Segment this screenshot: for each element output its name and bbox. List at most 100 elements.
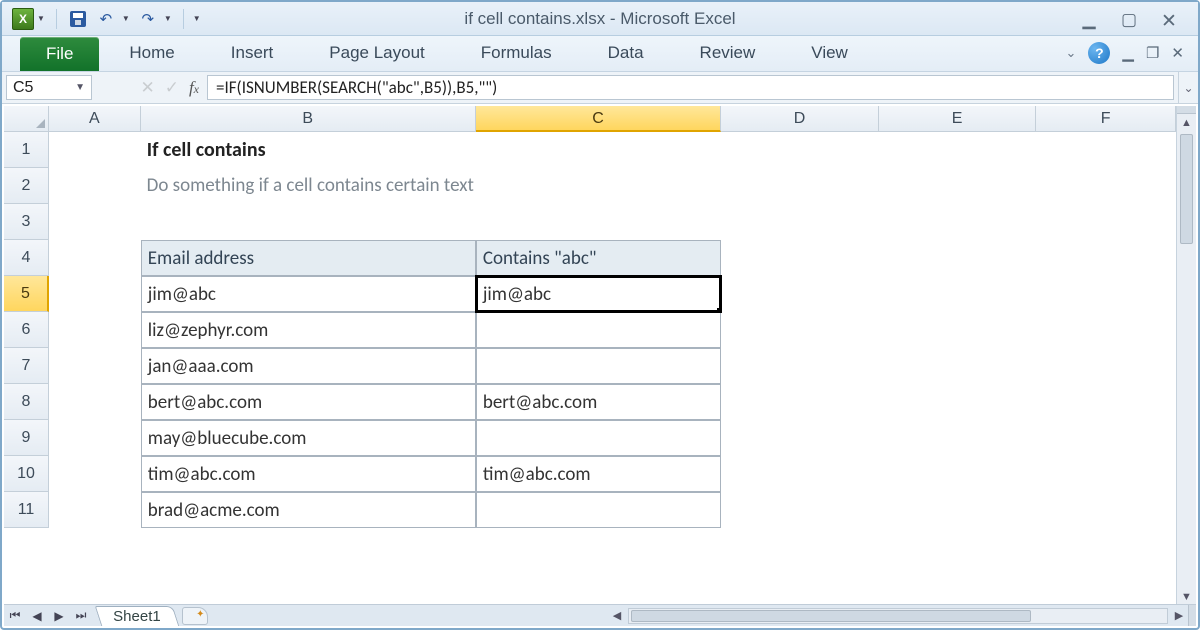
- cell-d4[interactable]: [721, 240, 879, 276]
- save-button[interactable]: [65, 7, 91, 31]
- cell-e9[interactable]: [879, 420, 1037, 456]
- tab-review[interactable]: Review: [700, 35, 756, 71]
- cell-f1[interactable]: [1036, 132, 1176, 168]
- excel-app-icon[interactable]: [12, 8, 34, 30]
- cell-b4[interactable]: Email address: [141, 240, 476, 276]
- cell-d10[interactable]: [721, 456, 879, 492]
- cell-c8[interactable]: bert@abc.com: [476, 384, 721, 420]
- cell-d7[interactable]: [721, 348, 879, 384]
- cell-e8[interactable]: [879, 384, 1037, 420]
- row-header-2[interactable]: 2: [4, 168, 49, 204]
- cell-d2[interactable]: [722, 168, 879, 204]
- cell-e4[interactable]: [879, 240, 1037, 276]
- fx-icon[interactable]: fx: [189, 78, 199, 98]
- maximize-button[interactable]: ▢: [1118, 10, 1140, 28]
- row-header-9[interactable]: 9: [4, 420, 49, 456]
- col-header-d[interactable]: D: [721, 106, 879, 132]
- tab-page-layout[interactable]: Page Layout: [329, 35, 424, 71]
- vscroll-thumb[interactable]: [1180, 134, 1193, 244]
- cell-d9[interactable]: [721, 420, 879, 456]
- cell-b6[interactable]: liz@zephyr.com: [141, 312, 476, 348]
- redo-dropdown-icon[interactable]: ▼: [161, 14, 175, 23]
- row-header-5[interactable]: 5: [4, 276, 49, 312]
- sheet-tab-sheet1[interactable]: Sheet1: [95, 606, 179, 626]
- sheet-nav-next-icon[interactable]: ▶: [48, 609, 70, 623]
- cell-b2[interactable]: Do something if a cell contains certain …: [141, 168, 477, 204]
- row-header-1[interactable]: 1: [4, 132, 49, 168]
- tab-view[interactable]: View: [811, 35, 848, 71]
- cell-b8[interactable]: bert@abc.com: [141, 384, 476, 420]
- hscroll-track[interactable]: [628, 608, 1168, 624]
- cell-b9[interactable]: may@bluecube.com: [141, 420, 476, 456]
- cell-a7[interactable]: [49, 348, 141, 384]
- cell-f11[interactable]: [1036, 492, 1176, 528]
- cell-a9[interactable]: [49, 420, 141, 456]
- undo-button[interactable]: ↶: [93, 7, 119, 31]
- cell-a6[interactable]: [49, 312, 141, 348]
- tab-formulas[interactable]: Formulas: [481, 35, 552, 71]
- cell-e10[interactable]: [879, 456, 1037, 492]
- cell-d5[interactable]: [721, 276, 879, 312]
- help-icon[interactable]: ?: [1088, 42, 1110, 64]
- cell-c7[interactable]: [476, 348, 721, 384]
- select-all-corner[interactable]: [4, 106, 49, 132]
- doc-restore-button[interactable]: ❐: [1146, 44, 1159, 62]
- scroll-right-icon[interactable]: ▶: [1170, 609, 1188, 622]
- row-header-4[interactable]: 4: [4, 240, 49, 276]
- cell-b7[interactable]: jan@aaa.com: [141, 348, 476, 384]
- horizontal-split-handle[interactable]: [1188, 605, 1196, 626]
- cell-b10[interactable]: tim@abc.com: [141, 456, 476, 492]
- row-header-10[interactable]: 10: [4, 456, 49, 492]
- cell-a2[interactable]: [49, 168, 141, 204]
- doc-close-button[interactable]: ✕: [1171, 44, 1184, 62]
- cell-d1[interactable]: [721, 132, 879, 168]
- cell-b3[interactable]: [141, 204, 476, 240]
- cell-f7[interactable]: [1036, 348, 1176, 384]
- cell-e2[interactable]: [879, 168, 1036, 204]
- cell-f5[interactable]: [1036, 276, 1176, 312]
- undo-dropdown-icon[interactable]: ▼: [119, 14, 133, 23]
- close-button[interactable]: ✕: [1158, 10, 1180, 28]
- sheet-nav-last-icon[interactable]: ⏭: [70, 608, 92, 623]
- cell-d3[interactable]: [721, 204, 879, 240]
- hscroll-thumb[interactable]: [631, 610, 1031, 622]
- cell-a1[interactable]: [49, 132, 141, 168]
- tab-home[interactable]: Home: [129, 35, 174, 71]
- col-header-a[interactable]: A: [49, 106, 141, 132]
- vscroll-track[interactable]: [1177, 132, 1196, 588]
- row-header-7[interactable]: 7: [4, 348, 49, 384]
- cell-a10[interactable]: [49, 456, 141, 492]
- cell-c9[interactable]: [476, 420, 721, 456]
- col-header-c[interactable]: C: [476, 106, 721, 132]
- scroll-left-icon[interactable]: ◀: [608, 609, 626, 622]
- cell-c11[interactable]: [476, 492, 721, 528]
- cell-f9[interactable]: [1036, 420, 1176, 456]
- cell-a3[interactable]: [49, 204, 141, 240]
- redo-button[interactable]: ↷: [135, 7, 161, 31]
- cell-e5[interactable]: [879, 276, 1037, 312]
- cell-f2[interactable]: [1037, 168, 1176, 204]
- sheet-nav-first-icon[interactable]: ⏮: [4, 608, 26, 623]
- cell-f8[interactable]: [1036, 384, 1176, 420]
- cell-e6[interactable]: [879, 312, 1037, 348]
- cell-a8[interactable]: [49, 384, 141, 420]
- cell-d11[interactable]: [721, 492, 879, 528]
- vertical-scrollbar[interactable]: ▲ ▼: [1176, 106, 1196, 606]
- vertical-split-handle[interactable]: [1177, 106, 1196, 114]
- name-box-dropdown-icon[interactable]: ▼: [75, 82, 85, 93]
- minimize-button[interactable]: ▁: [1078, 10, 1100, 28]
- cell-c6[interactable]: [476, 312, 721, 348]
- cell-e1[interactable]: [879, 132, 1037, 168]
- cell-a4[interactable]: [49, 240, 141, 276]
- spreadsheet-grid[interactable]: A B C D E F 1 2 3 4 5 6 7 8 9 10 11 If c…: [4, 106, 1176, 606]
- cell-f3[interactable]: [1036, 204, 1176, 240]
- name-box[interactable]: C5 ▼: [6, 75, 92, 100]
- tab-insert[interactable]: Insert: [231, 35, 274, 71]
- file-tab[interactable]: File: [20, 37, 99, 71]
- sheet-nav-prev-icon[interactable]: ◀: [26, 609, 48, 623]
- cell-c10[interactable]: tim@abc.com: [476, 456, 721, 492]
- cell-c1[interactable]: [476, 132, 721, 168]
- horizontal-scrollbar[interactable]: ◀ ▶: [608, 605, 1196, 626]
- new-sheet-button[interactable]: [182, 607, 208, 625]
- qat-customize-dropdown-icon[interactable]: ▼: [190, 14, 204, 23]
